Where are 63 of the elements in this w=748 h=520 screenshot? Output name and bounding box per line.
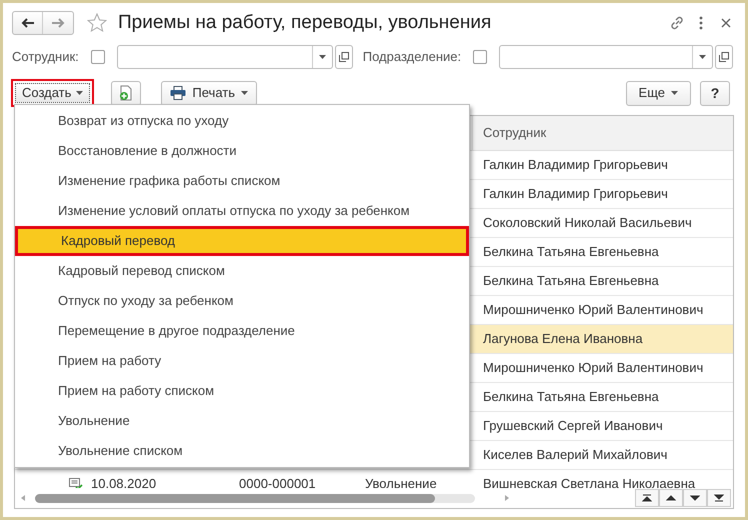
menu-item[interactable]: Кадровый перевод списком	[15, 256, 469, 286]
employee-cell: Белкина Татьяна Евгеньевна	[483, 273, 659, 288]
window-title: Приемы на работу, переводы, увольнения	[118, 10, 492, 35]
menu-item[interactable]: Увольнение	[15, 406, 469, 436]
filter-input-field[interactable]	[116, 45, 333, 69]
employee-cell: Киселев Валерий Михайлович	[483, 447, 668, 462]
open-button[interactable]	[715, 45, 734, 69]
caret-icon	[76, 91, 84, 95]
employee-cell: Мирошниченко Юрий Валентинович	[483, 360, 704, 376]
employee-cell: Галкин Владимир Григорьевич	[483, 186, 668, 202]
bar-arrow-icon	[642, 493, 652, 503]
menu-item[interactable]: Изменение условий оплаты отпуска по уходу за ребенком	[15, 196, 469, 226]
menu-item[interactable]: Прием на работу списком	[15, 376, 469, 406]
printer-icon	[170, 86, 186, 100]
menu-item[interactable]: Перемещение в другое подразделение	[15, 316, 469, 346]
help-button[interactable]: ?	[700, 80, 730, 106]
menu-item[interactable]: Изменение графика работы списком	[15, 166, 469, 196]
document-plus-icon	[119, 85, 134, 101]
add-document-button[interactable]	[111, 80, 142, 106]
filter-checkbox[interactable]	[90, 50, 105, 64]
filter-input-field[interactable]	[499, 45, 714, 69]
triangle-icon	[666, 493, 676, 503]
column-header[interactable]: Сотрудник	[473, 116, 733, 150]
bar-arrow-icon	[714, 493, 724, 503]
caret-icon	[318, 55, 326, 59]
open-window-icon	[719, 52, 730, 62]
caret-icon	[671, 91, 678, 95]
menu-item[interactable]: Прием на работу	[15, 346, 469, 376]
scroll-right-icon[interactable]	[505, 495, 509, 501]
link-icon[interactable]	[669, 15, 685, 31]
employee-cell: Белкина Татьяна Евгеньевна	[483, 244, 659, 260]
employee-cell: Белкина Татьяна Евгеньевна	[483, 389, 659, 404]
caret-icon	[241, 91, 248, 95]
star-icon[interactable]	[87, 13, 107, 33]
first-page-button[interactable]	[635, 489, 659, 507]
employee-cell: Грушевский Сергей Иванович	[483, 418, 663, 434]
menu-item[interactable]: Кадровый перевод	[15, 226, 469, 256]
more-icon[interactable]	[699, 16, 703, 30]
employee-cell: Галкин Владимир Григорьевич	[483, 157, 668, 172]
menu-item[interactable]: Увольнение списком	[15, 436, 469, 466]
filter-label: Сотрудник:	[12, 48, 79, 66]
more-button[interactable]: Еще	[626, 80, 691, 106]
filter-label: Подразделение:	[362, 48, 462, 66]
back-arrow-icon	[20, 18, 34, 28]
print-button[interactable]: Печать	[161, 80, 257, 106]
caret-icon	[699, 55, 706, 59]
last-page-button[interactable]	[707, 489, 731, 507]
open-window-icon	[338, 52, 349, 62]
menu-item[interactable]: Отпуск по уходу за ребенком	[15, 286, 469, 316]
employee-cell: Соколовский Николай Васильевич	[483, 215, 692, 230]
filter-checkbox[interactable]	[473, 50, 488, 64]
menu-item[interactable]: Восстановление в должности	[15, 136, 469, 166]
close-icon[interactable]	[721, 18, 731, 28]
previous-button[interactable]	[659, 489, 683, 507]
employee-cell: Мирошниченко Юрий Валентинович	[483, 302, 704, 318]
forward-arrow-icon	[51, 18, 65, 28]
menu-item[interactable]: Возврат из отпуска по уходу	[15, 106, 469, 136]
triangle-icon	[690, 493, 700, 503]
employee-cell: Лагунова Елена Ивановна	[483, 331, 643, 346]
next-button[interactable]	[683, 489, 707, 507]
scroll-left-icon[interactable]	[21, 495, 25, 501]
create-button[interactable]: Создать	[15, 83, 90, 103]
open-button[interactable]	[334, 45, 353, 69]
